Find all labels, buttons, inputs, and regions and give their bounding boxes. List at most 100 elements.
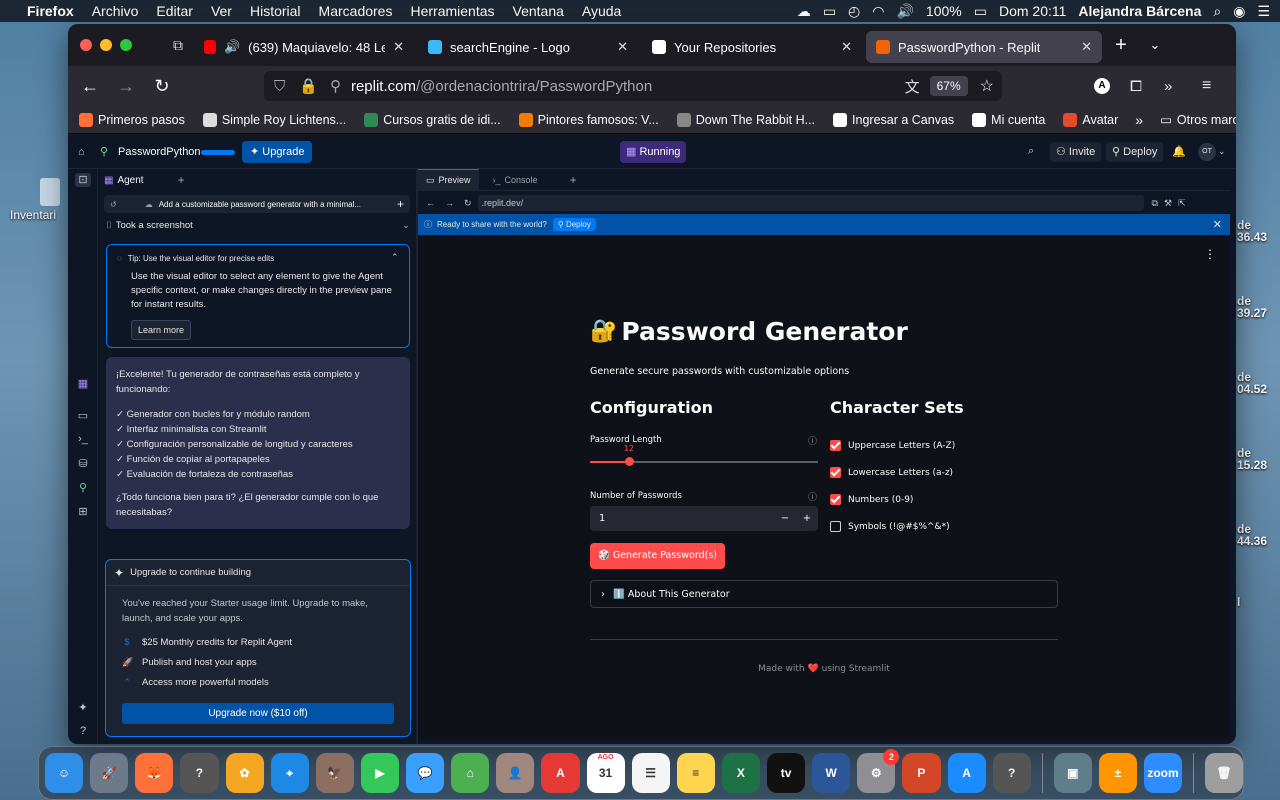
upgrade-now-button[interactable]: Upgrade now ($10 off): [122, 703, 394, 724]
speaker-icon[interactable]: 🔊: [224, 39, 240, 55]
dock-notes-icon[interactable]: ≡: [676, 753, 715, 793]
close-tab-icon[interactable]: ✕: [393, 39, 404, 55]
browser-tab[interactable]: searchEngine - Logo ✕: [418, 31, 638, 63]
menu-ayuda[interactable]: Ayuda: [573, 3, 630, 19]
open-new-tab-icon[interactable]: ⇱: [1178, 198, 1186, 209]
devtools-icon[interactable]: ⚒: [1164, 198, 1172, 209]
close-tab-icon[interactable]: ✕: [617, 39, 628, 55]
deployments-icon[interactable]: ⚲: [76, 481, 90, 495]
battery-icon[interactable]: ▭: [974, 3, 987, 20]
menu-marcadores[interactable]: Marcadores: [310, 3, 402, 19]
forward-icon[interactable]: →: [445, 198, 454, 208]
dock-reminders-icon[interactable]: ☰: [631, 753, 670, 793]
bookmark-item[interactable]: Simple Roy Lichtens...: [194, 112, 355, 127]
back-icon[interactable]: ←: [426, 198, 435, 208]
browser-tab[interactable]: PasswordPython - Replit ✕: [866, 31, 1102, 63]
dock-finder-icon[interactable]: ☺: [45, 753, 84, 793]
close-tab-icon[interactable]: ✕: [841, 39, 852, 55]
agent-icon[interactable]: ▦: [76, 377, 90, 391]
translate-icon[interactable]: 文: [905, 76, 920, 97]
notifications-icon[interactable]: 🔔: [1172, 145, 1186, 158]
shield-icon[interactable]: ⛉: [274, 78, 285, 95]
bookmark-item[interactable]: Mi cuenta: [963, 112, 1054, 127]
cloud-icon[interactable]: ☁: [797, 3, 811, 20]
charset-checkbox-row[interactable]: Lowercase Letters (a-z): [830, 459, 1030, 486]
menu-editar[interactable]: Editar: [147, 3, 202, 19]
bookmark-item[interactable]: Avatar: [1054, 112, 1127, 127]
tab-preview[interactable]: ▭ Preview: [418, 168, 479, 191]
maximize-window-button[interactable]: [120, 39, 132, 51]
control-center-icon[interactable]: ☰: [1257, 3, 1270, 20]
dock-calculator-icon[interactable]: ±: [1098, 753, 1137, 793]
charset-checkbox-row[interactable]: Symbols (!@#$%^&*): [830, 513, 1030, 540]
dock-unknown-app-2-icon[interactable]: ?: [992, 753, 1031, 793]
desktop-file-icon[interactable]: [40, 178, 60, 206]
permissions-icon[interactable]: ⚲: [330, 77, 341, 95]
generate-button[interactable]: 🎲 Generate Password(s): [590, 543, 725, 569]
menu-icon[interactable]: ≡: [1202, 77, 1211, 95]
dock-maps-icon[interactable]: ⌂: [451, 753, 490, 793]
chevron-up-icon[interactable]: ⌃: [391, 252, 399, 263]
new-chat-icon[interactable]: +: [397, 197, 404, 211]
dock-excel-icon[interactable]: X: [721, 753, 760, 793]
add-tab-icon[interactable]: +: [178, 173, 185, 187]
dock-firefox-icon[interactable]: 🦊: [135, 753, 174, 793]
length-slider-thumb[interactable]: [624, 457, 634, 466]
dock-launchpad-icon[interactable]: 🚀: [90, 753, 129, 793]
spotlight-search-icon[interactable]: ⌕: [1213, 3, 1221, 20]
menu-ventana[interactable]: Ventana: [504, 3, 573, 19]
help-icon[interactable]: ⓘ: [808, 434, 817, 447]
deploy-button[interactable]: ⚲ Deploy: [1106, 142, 1164, 162]
devices-icon[interactable]: ⧉: [1152, 198, 1158, 209]
volume-icon[interactable]: 🔊: [896, 3, 913, 20]
shell-icon[interactable]: ›_: [76, 433, 90, 447]
reload-icon[interactable]: ↻: [144, 76, 180, 97]
length-slider-track[interactable]: 12: [590, 444, 818, 466]
close-tab-icon[interactable]: ✕: [1081, 39, 1092, 55]
files-icon[interactable]: ⊡: [75, 173, 91, 187]
checkbox[interactable]: [830, 494, 841, 505]
tab-overview-icon[interactable]: ⧉: [162, 37, 194, 54]
chat-title[interactable]: Add a customizable password generator wi…: [159, 200, 361, 209]
help-icon[interactable]: ⓘ: [808, 490, 817, 503]
new-tab-icon[interactable]: +: [1102, 34, 1140, 57]
dock-zoom-icon[interactable]: zoom: [1143, 753, 1183, 793]
add-tab-icon[interactable]: +: [570, 173, 577, 187]
run-status-button[interactable]: ▦ Running: [620, 141, 687, 163]
extensions-icon[interactable]: ⧠: [1130, 78, 1142, 95]
dock-apple-tv-icon[interactable]: tv: [767, 753, 806, 793]
user-name[interactable]: Alejandra Bárcena: [1078, 3, 1201, 19]
wifi-icon[interactable]: ◠: [872, 3, 884, 20]
preview-url-field[interactable]: .replit.dev/: [477, 195, 1144, 211]
bookmark-item[interactable]: Pintores famosos: V...: [510, 112, 668, 127]
menu-historial[interactable]: Historial: [241, 3, 310, 19]
checkbox[interactable]: [830, 467, 841, 478]
lock-icon[interactable]: 🔒: [299, 77, 318, 95]
browser-tab[interactable]: 🔊 (639) Maquiavelo: 48 Leyes ✕: [194, 31, 414, 63]
decrement-button[interactable]: −: [774, 513, 796, 524]
close-banner-icon[interactable]: ✕: [1213, 218, 1222, 231]
tab-agent[interactable]: Agent: [117, 175, 143, 186]
menu-herramientas[interactable]: Herramientas: [401, 3, 503, 19]
more-bookmarks-icon[interactable]: »: [1127, 112, 1151, 128]
charset-checkbox-row[interactable]: Uppercase Letters (A-Z): [830, 432, 1030, 459]
dock-app-store-icon[interactable]: A: [947, 753, 986, 793]
dock-calendar-icon[interactable]: 31 AGO: [586, 753, 625, 793]
url-bar[interactable]: ⛉ 🔒 ⚲ replit.com /@ordenaciontrira/Passw…: [264, 71, 1002, 101]
bookmark-item[interactable]: Down The Rabbit H...: [668, 112, 824, 127]
help-icon[interactable]: ?: [76, 725, 90, 739]
banner-deploy-button[interactable]: ⚲ Deploy: [552, 218, 596, 231]
dock-acrobat-icon[interactable]: A: [541, 753, 580, 793]
dock-word-icon[interactable]: W: [812, 753, 851, 793]
checkbox[interactable]: [830, 440, 841, 451]
learn-more-button[interactable]: Learn more: [131, 320, 192, 340]
dock-photos-icon[interactable]: ✿: [225, 753, 264, 793]
account-icon[interactable]: A: [1094, 78, 1110, 94]
avatar[interactable]: OT: [1198, 143, 1216, 161]
dock-contacts-icon[interactable]: 👤: [496, 753, 535, 793]
bookmark-item[interactable]: Ingresar a Canvas: [824, 112, 963, 127]
bookmark-item[interactable]: Primeros pasos: [70, 112, 194, 127]
airplay-icon[interactable]: ▭: [823, 3, 836, 20]
reload-icon[interactable]: ↻: [464, 198, 472, 209]
menu-archivo[interactable]: Archivo: [83, 3, 148, 19]
